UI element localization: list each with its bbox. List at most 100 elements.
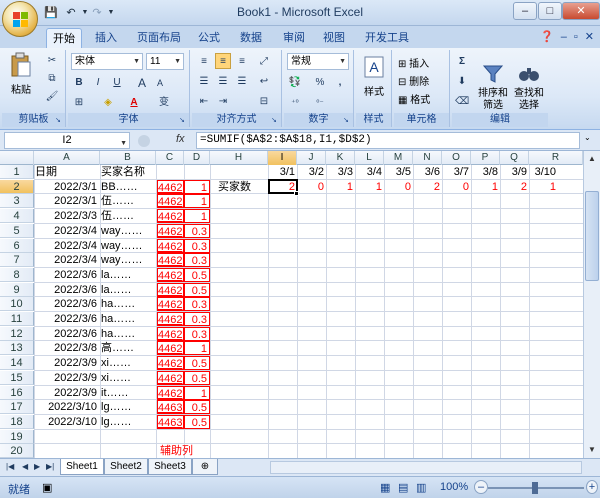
number-format-select[interactable]: 常规 ▼ — [287, 53, 349, 70]
helper-value-cell[interactable]: 0.3 — [184, 297, 210, 312]
prev-sheet-icon[interactable]: ◀ — [22, 462, 28, 471]
align-top-icon[interactable]: ≡ — [196, 53, 212, 69]
dialog-launcher-icon[interactable]: ↘ — [343, 117, 351, 125]
shrink-font-button[interactable]: A — [152, 74, 168, 90]
order-id-cell[interactable]: 4463 — [157, 400, 184, 415]
buyer-count-cell[interactable]: 1 — [530, 180, 558, 194]
buyer-count-cell[interactable]: 0 — [443, 180, 471, 194]
date-cell[interactable]: 2022/3/6 — [35, 283, 99, 297]
vertical-scrollbar[interactable]: ▲ ▼ — [583, 151, 600, 458]
zoom-out-button[interactable]: – — [474, 480, 488, 494]
name-box[interactable]: I2 ▼ — [4, 132, 130, 149]
buyer-cell[interactable]: la…… — [101, 268, 155, 282]
font-name-select[interactable]: 宋体 ▼ — [71, 53, 143, 70]
clear-icon[interactable]: ⌫ — [454, 93, 470, 109]
order-id-cell[interactable]: 4462 — [157, 356, 184, 371]
buyer-cell[interactable]: ha…… — [101, 327, 155, 341]
buyer-cell[interactable]: xi…… — [101, 371, 155, 385]
date-cell[interactable]: 2022/3/3 — [35, 209, 99, 223]
orientation-icon[interactable]: ⤢ — [256, 53, 272, 69]
column-header-c[interactable]: C — [156, 151, 184, 165]
date-header-cell[interactable]: 3/3 — [327, 165, 355, 179]
minimize-button[interactable]: – — [513, 2, 537, 20]
order-id-cell[interactable]: 4462 — [157, 341, 184, 356]
insert-cells-button[interactable]: ⊞ 插入 — [398, 55, 429, 70]
insert-function-button[interactable]: fx — [176, 133, 185, 145]
buyer-cell[interactable]: 伍…… — [101, 209, 155, 223]
dialog-launcher-icon[interactable]: ↘ — [55, 117, 63, 125]
font-size-select[interactable]: 11 ▼ — [146, 53, 184, 70]
helper-value-cell[interactable]: 0.5 — [184, 267, 210, 282]
column-header-m[interactable]: M — [384, 151, 413, 165]
buyer-cell[interactable]: way…… — [101, 253, 155, 267]
helper-value-cell[interactable]: 0.3 — [184, 253, 210, 268]
buyer-count-cell[interactable]: 1 — [327, 180, 355, 194]
row-header[interactable]: 13 — [0, 341, 34, 356]
date-cell[interactable]: 2022/3/1 — [35, 194, 99, 208]
wrap-text-icon[interactable]: ↩ — [256, 73, 272, 89]
increase-decimal-icon[interactable]: ⁺⁰ — [287, 94, 303, 110]
date-cell[interactable]: 2022/3/6 — [35, 327, 99, 341]
row-header[interactable]: 17 — [0, 400, 34, 415]
row-header[interactable]: 14 — [0, 356, 34, 371]
find-select-button[interactable]: 查找和 选择 — [512, 52, 546, 111]
row-header[interactable]: 3 — [0, 194, 34, 209]
dialog-launcher-icon[interactable]: ↘ — [271, 117, 279, 125]
page-break-view-icon[interactable]: ▥ — [416, 481, 426, 494]
date-cell[interactable]: 2022/3/4 — [35, 224, 99, 238]
sheet-tab-sheet2[interactable]: Sheet2 — [104, 459, 148, 475]
increase-indent-icon[interactable]: ⇥ — [215, 93, 231, 109]
fill-color-icon[interactable]: ◈ — [100, 94, 116, 110]
helper-value-cell[interactable]: 0.3 — [184, 326, 210, 341]
tab-view[interactable]: 视图 — [318, 28, 350, 48]
merge-center-icon[interactable]: ⊟ — [256, 93, 272, 109]
date-cell[interactable]: 2022/3/10 — [35, 400, 99, 414]
borders-icon[interactable]: ⊞ — [71, 94, 87, 110]
order-id-cell[interactable]: 4462 — [157, 179, 184, 194]
dialog-launcher-icon[interactable]: ↘ — [179, 117, 187, 125]
helper-value-cell[interactable]: 0.3 — [184, 223, 210, 238]
ribbon-close-icon[interactable]: ✕ — [585, 31, 594, 43]
helper-value-cell[interactable]: 0.5 — [184, 282, 210, 297]
bold-button[interactable]: B — [71, 74, 87, 90]
row-header[interactable]: 16 — [0, 385, 34, 400]
date-cell[interactable]: 2022/3/4 — [35, 253, 99, 267]
date-cell[interactable]: 2022/3/10 — [35, 415, 99, 429]
font-color-icon[interactable]: A — [126, 94, 142, 110]
row-header[interactable]: 6 — [0, 238, 34, 253]
align-middle-icon[interactable]: ≡ — [215, 53, 231, 69]
buyer-count-label[interactable]: 买家数 — [218, 180, 268, 194]
macro-record-icon[interactable]: ▣ — [42, 481, 52, 494]
decrease-decimal-icon[interactable]: ⁰⁻ — [312, 94, 328, 110]
row-header[interactable]: 9 — [0, 282, 34, 297]
buyer-cell[interactable]: xi…… — [101, 356, 155, 370]
row-header[interactable]: 10 — [0, 297, 34, 312]
date-header-cell[interactable]: 3/5 — [385, 165, 413, 179]
format-painter-icon[interactable]: 🖌 — [44, 88, 60, 104]
header-cell-buyer[interactable]: 买家名称 — [101, 165, 155, 179]
tab-review[interactable]: 审阅 — [278, 28, 310, 48]
order-id-cell[interactable]: 4462 — [157, 253, 184, 268]
order-id-cell[interactable]: 4462 — [157, 267, 184, 282]
buyer-cell[interactable]: 高…… — [101, 341, 155, 355]
buyer-cell[interactable]: 伍…… — [101, 194, 155, 208]
header-cell-date[interactable]: 日期 — [35, 165, 99, 179]
ribbon-minimize-icon[interactable]: – — [561, 31, 567, 43]
row-header[interactable]: 20 — [0, 444, 34, 458]
order-id-cell[interactable]: 4462 — [157, 326, 184, 341]
buyer-count-cell[interactable]: 1 — [472, 180, 500, 194]
helper-value-cell[interactable]: 0.5 — [184, 400, 210, 415]
column-header-b[interactable]: B — [100, 151, 156, 165]
date-header-cell[interactable]: 3/7 — [443, 165, 471, 179]
paste-button[interactable]: 粘贴 — [6, 52, 36, 102]
order-id-cell[interactable]: 4462 — [157, 297, 184, 312]
date-header-cell[interactable]: 3/1 — [269, 165, 297, 179]
order-id-cell[interactable]: 4462 — [157, 282, 184, 297]
buyer-count-cell[interactable]: 0 — [385, 180, 413, 194]
grow-font-button[interactable]: A — [134, 74, 150, 90]
align-right-icon[interactable]: ☰ — [234, 73, 250, 89]
sheet-tab-sheet1[interactable]: Sheet1 — [60, 459, 104, 475]
page-layout-view-icon[interactable]: ▤ — [398, 481, 408, 494]
help-icon[interactable]: ❓ — [540, 31, 554, 43]
next-sheet-icon[interactable]: ▶ — [34, 462, 40, 471]
